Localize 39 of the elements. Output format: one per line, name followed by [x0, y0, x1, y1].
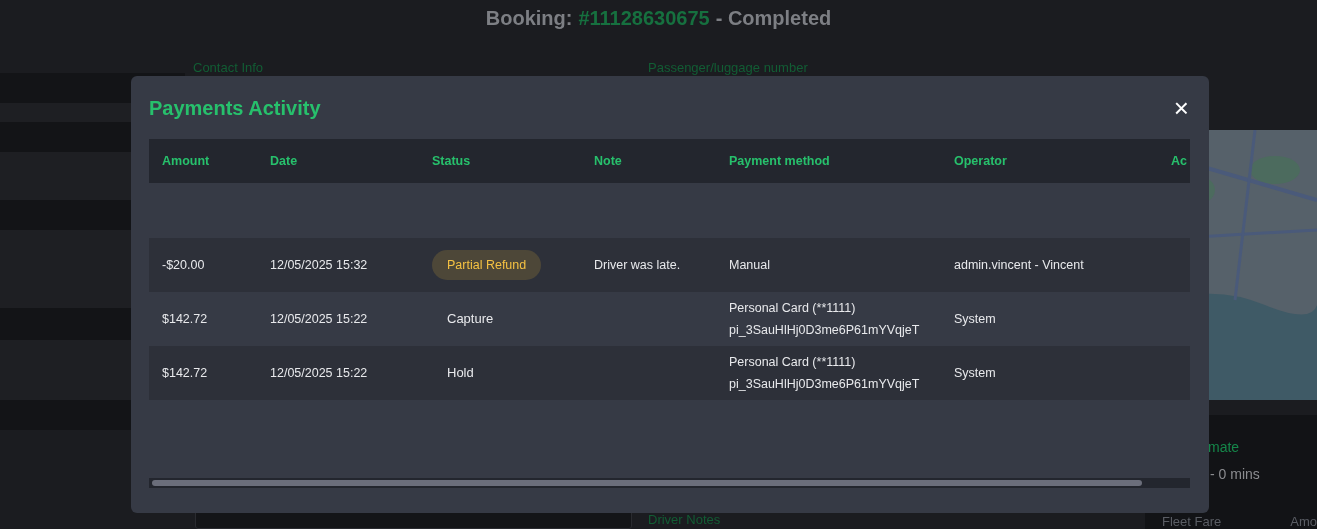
date-text: 12/05/2025 15:22	[270, 311, 368, 326]
payment-method-text: Manual	[729, 256, 771, 274]
column-header: Payment method	[729, 153, 830, 168]
column-header: Status	[432, 153, 471, 168]
section-label: Passenger/luggage number	[648, 59, 809, 77]
column-label: Fleet Fare	[1162, 515, 1222, 529]
estimate-label: mate	[1208, 438, 1241, 457]
column-label: Amo	[1290, 515, 1317, 529]
column-header: Note	[594, 153, 622, 168]
column-header: Ac	[1171, 153, 1187, 168]
dialog-title: Payments Activity	[149, 95, 321, 120]
booking-number: #11128630675	[578, 6, 710, 31]
operator-text: System	[954, 311, 996, 326]
column-header: Date	[270, 153, 298, 168]
close-button[interactable]: ×	[1167, 94, 1195, 121]
operator-text: System	[954, 365, 996, 380]
amount-text: $142.72	[162, 365, 208, 380]
scrollbar-thumb[interactable]	[152, 480, 1142, 486]
column-header: Operator	[954, 153, 1007, 168]
payment-reference-text: pi_3SauHlHj0D3me6P61mYVqjeT	[729, 375, 921, 393]
amount-text: -$20.00	[162, 257, 205, 272]
payment-method-text: Personal Card (**1111)	[729, 353, 857, 371]
scrollbar-track[interactable]	[149, 478, 1190, 488]
section-label: Driver Notes	[648, 513, 722, 527]
payment-method-text: Personal Card (**1111)	[729, 299, 857, 317]
payment-reference-text: pi_3SauHlHj0D3me6P61mYVqjeT	[729, 321, 921, 339]
section-label: Contact Info	[193, 59, 265, 77]
status-text: Capture	[446, 310, 495, 329]
amount-text: $142.72	[162, 311, 208, 326]
operator-text: admin.vincent - Vincent	[954, 257, 1084, 272]
note-text: Driver was late.	[594, 257, 681, 272]
status-text: Hold	[446, 364, 475, 383]
date-text: 12/05/2025 15:32	[270, 257, 368, 272]
booking-status: - Completed	[715, 6, 832, 31]
column-header: Amount	[162, 153, 210, 168]
status-badge: Partial Refund	[432, 249, 542, 281]
date-text: 12/05/2025 15:22	[270, 365, 368, 380]
page-title: Booking:	[485, 6, 573, 31]
estimate-value: - 0 mins	[1210, 465, 1261, 484]
